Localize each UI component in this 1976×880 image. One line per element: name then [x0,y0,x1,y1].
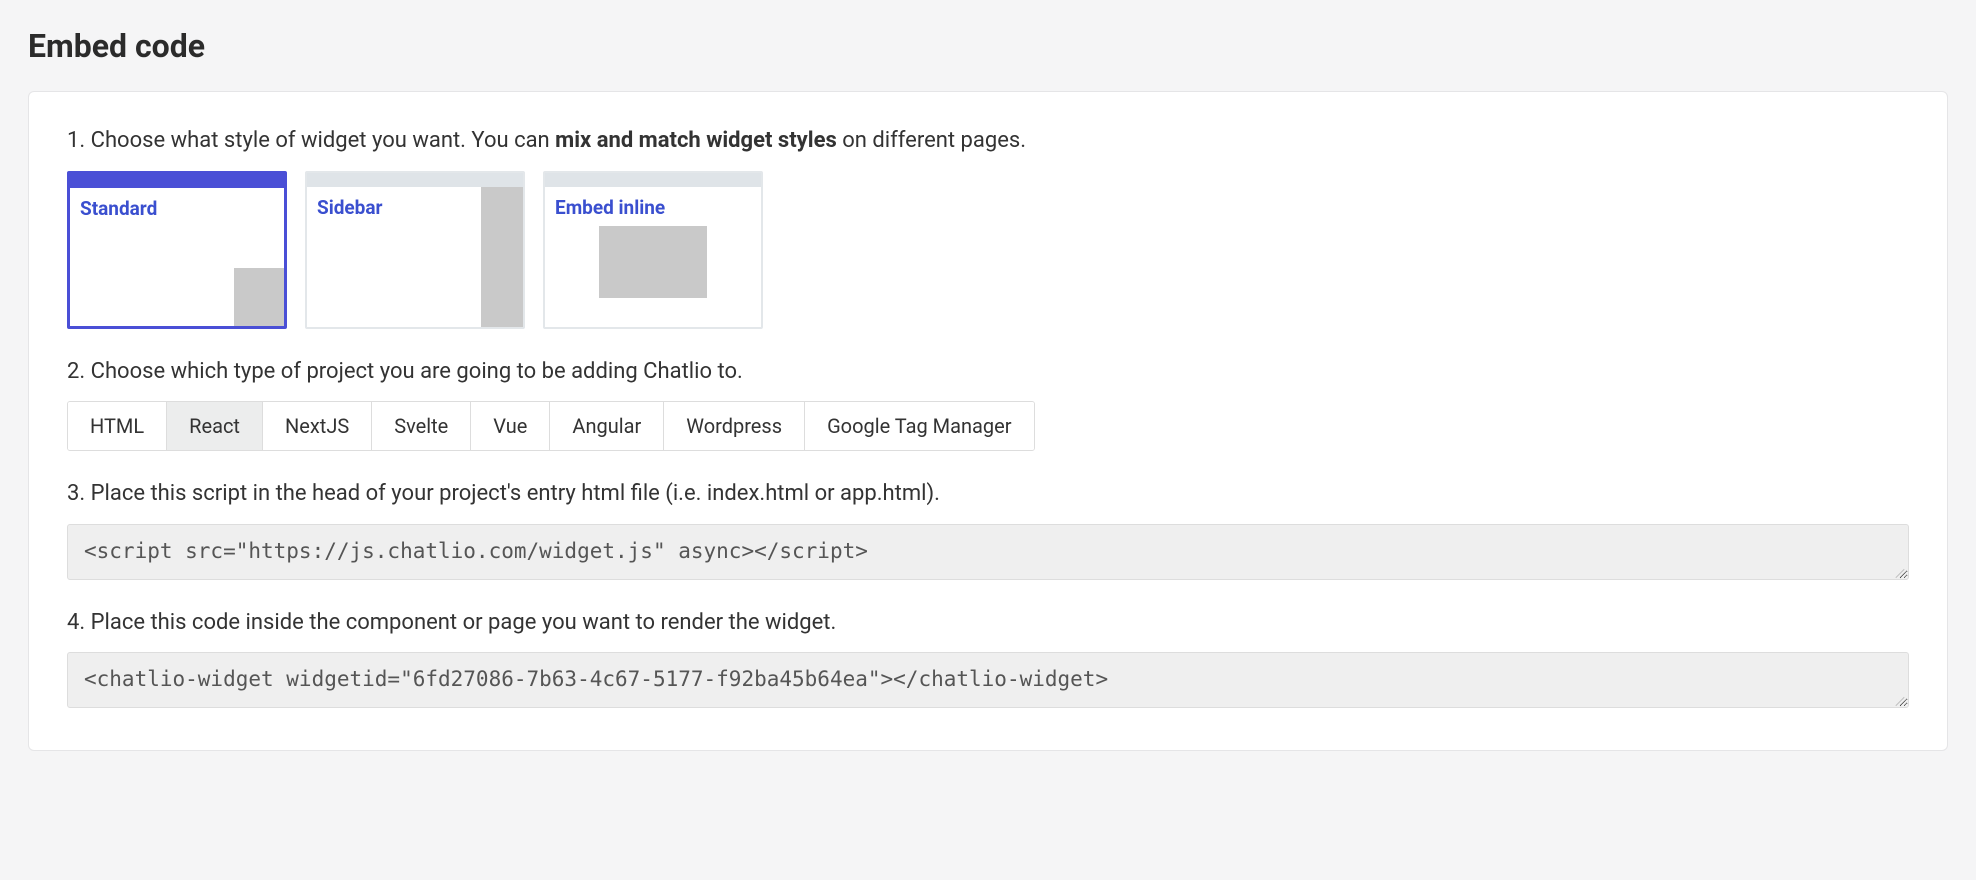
head-script-code-text: <script src="https://js.chatlio.com/widg… [84,539,868,563]
tile-body: Standard [70,188,284,326]
widget-style-tiles: Standard Sidebar Embed inline [67,171,1909,329]
project-tab-html[interactable]: HTML [68,402,167,450]
project-tab-google-tag-manager[interactable]: Google Tag Manager [805,402,1033,450]
resize-handle-icon [1892,691,1906,705]
step-3-text: 3. Place this script in the head of your… [67,479,1909,510]
step-4-text: 4. Place this code inside the component … [67,608,1909,639]
resize-handle-icon [1892,563,1906,577]
step-1-suffix: on different pages. [837,128,1026,153]
project-type-tabs: HTMLReactNextJSSvelteVueAngularWordpress… [67,401,1035,451]
page-title: Embed code [28,24,1948,69]
project-tab-vue[interactable]: Vue [471,402,550,450]
widget-style-tile-sidebar[interactable]: Sidebar [305,171,525,329]
step-2: 2. Choose which type of project you are … [67,357,1909,452]
step-1-bold: mix and match widget styles [555,128,837,153]
widget-code[interactable]: <chatlio-widget widgetid="6fd27086-7b63-… [67,652,1909,707]
tile-label: Embed inline [555,195,751,222]
widget-preview-corner-icon [234,268,284,326]
tile-topbar [307,173,523,187]
project-tab-nextjs[interactable]: NextJS [263,402,372,450]
step-2-text: 2. Choose which type of project you are … [67,357,1909,388]
project-tab-svelte[interactable]: Svelte [372,402,471,450]
step-1: 1. Choose what style of widget you want.… [67,126,1909,329]
head-script-code[interactable]: <script src="https://js.chatlio.com/widg… [67,524,1909,579]
project-tab-wordpress[interactable]: Wordpress [664,402,805,450]
embed-card: 1. Choose what style of widget you want.… [28,91,1948,751]
project-tab-react[interactable]: React [167,402,263,450]
widget-style-tile-embed-inline[interactable]: Embed inline [543,171,763,329]
tile-label: Standard [80,196,274,223]
widget-preview-sidebar-icon [481,187,523,327]
widget-preview-inline-icon [599,226,707,298]
tile-topbar [545,173,761,187]
widget-code-text: <chatlio-widget widgetid="6fd27086-7b63-… [84,667,1108,691]
tile-body: Sidebar [307,187,523,327]
step-4: 4. Place this code inside the component … [67,608,1909,708]
step-1-text: 1. Choose what style of widget you want.… [67,126,1909,157]
widget-style-tile-standard[interactable]: Standard [67,171,287,329]
step-1-prefix: 1. Choose what style of widget you want.… [67,128,555,153]
tile-topbar [70,174,284,188]
project-tab-angular[interactable]: Angular [550,402,664,450]
step-3: 3. Place this script in the head of your… [67,479,1909,579]
tile-body: Embed inline [545,187,761,327]
